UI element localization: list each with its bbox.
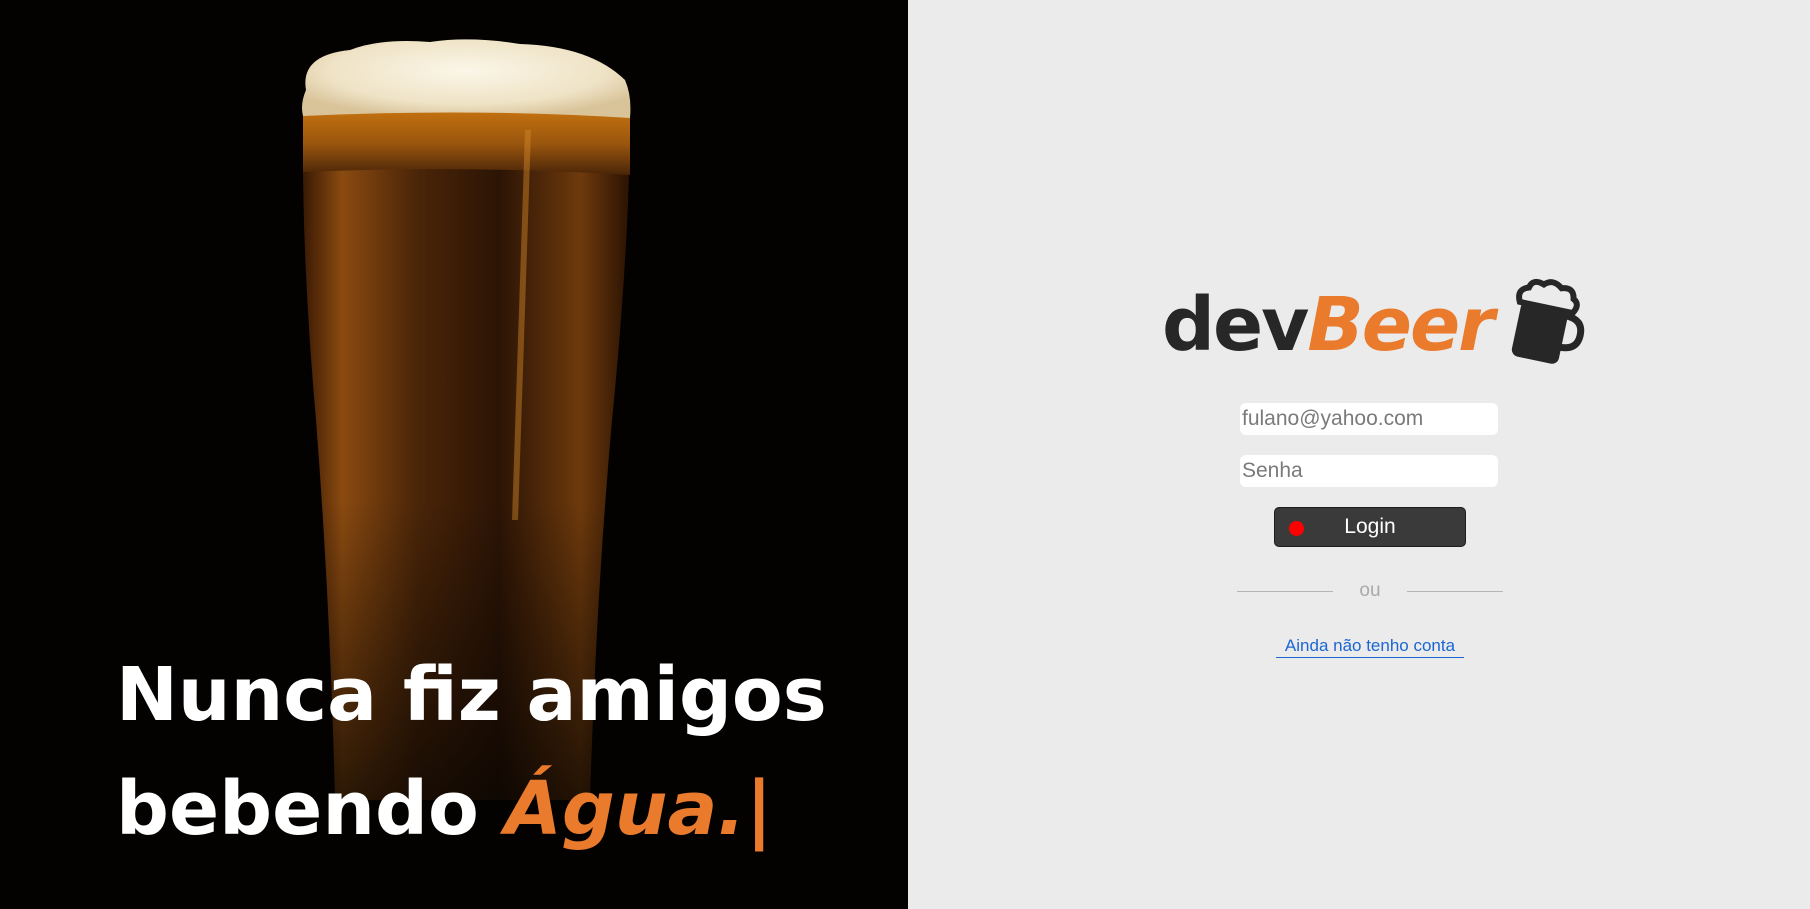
- divider-rule-right: [1407, 591, 1503, 592]
- logo-text-beer: Beer: [1307, 282, 1494, 368]
- login-button[interactable]: Login: [1274, 507, 1466, 547]
- login-button-label: Login: [1344, 515, 1396, 538]
- devbeer-logo: devBeer: [1162, 276, 1585, 376]
- tagline-line-1: Nunca fiz amigos: [116, 652, 827, 738]
- email-field[interactable]: [1240, 403, 1498, 435]
- login-page: Nunca fiz amigos bebendo Água.| devBeer …: [0, 0, 1810, 909]
- tagline-line-2: bebendo Água.|: [116, 752, 827, 866]
- or-divider: ou: [1237, 580, 1503, 604]
- password-field[interactable]: [1240, 455, 1498, 487]
- tagline-prefix: bebendo: [116, 766, 505, 852]
- tagline-accent-word: Água.: [504, 766, 746, 852]
- signup-link[interactable]: Ainda não tenho conta: [1276, 636, 1464, 658]
- logo-text-dev: dev: [1162, 282, 1309, 368]
- hero-tagline: Nunca fiz amigos bebendo Água.|: [116, 638, 827, 866]
- typing-cursor: |: [745, 766, 773, 852]
- hero-panel: Nunca fiz amigos bebendo Água.|: [0, 0, 908, 909]
- logo-text: devBeer: [1162, 280, 1495, 370]
- beer-mug-icon: [1511, 278, 1585, 364]
- status-dot: [1289, 521, 1304, 536]
